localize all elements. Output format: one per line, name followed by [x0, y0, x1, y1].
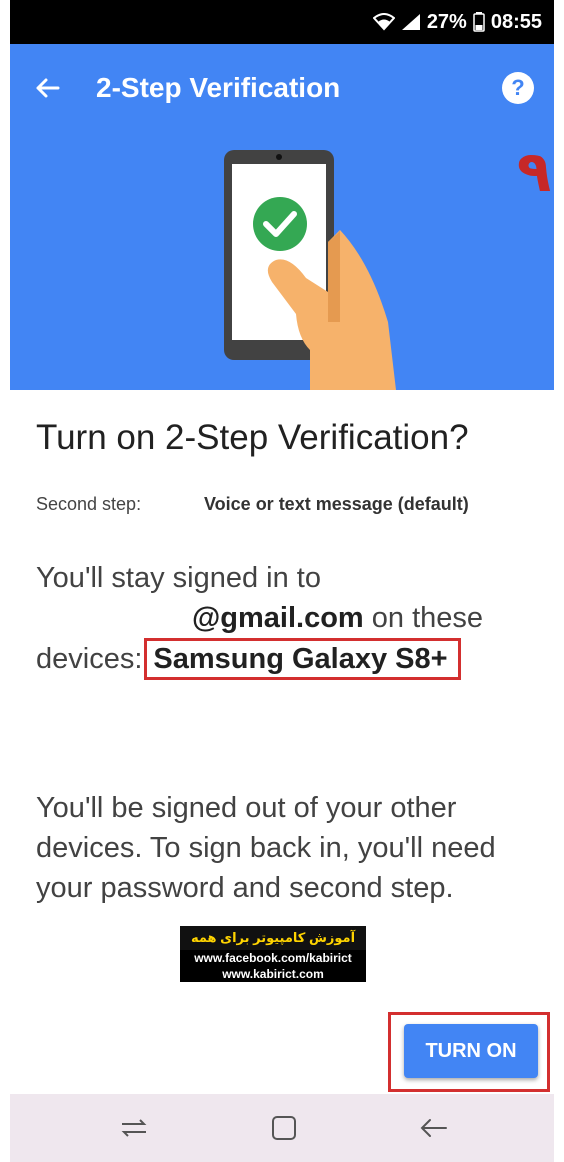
on-these-text: on these — [363, 602, 484, 634]
battery-percent: 27% — [426, 10, 467, 33]
back-nav-icon[interactable] — [414, 1108, 454, 1148]
phone-screen: 27% 08:55 2-Step Verification ? ۹ Turn o… — [10, 0, 554, 1162]
signed-in-line1: You'll stay signed in to — [36, 562, 321, 594]
phone-hand-illustration — [224, 150, 396, 390]
watermark-url-site: www.kabirict.com — [222, 967, 324, 981]
wifi-icon — [372, 13, 395, 31]
watermark-url-facebook: www.facebook.com/kabirict — [194, 951, 352, 965]
clock: 08:55 — [490, 10, 542, 33]
system-nav-bar — [10, 1094, 554, 1162]
home-icon[interactable] — [264, 1108, 304, 1148]
signed-in-line2: @gmail.com on these — [36, 598, 536, 638]
device-name-highlight: Samsung Galaxy S8+ — [144, 638, 461, 680]
help-icon[interactable]: ? — [502, 72, 534, 104]
hero-illustration: ۹ — [10, 132, 554, 390]
signout-message: You'll be signed out of your other devic… — [36, 792, 496, 904]
second-step-value: Voice or text message (default) — [204, 494, 469, 514]
signed-in-line3: devices: Samsung Galaxy S8+ — [36, 638, 536, 680]
step-number-badge: ۹ — [517, 140, 552, 203]
watermark-farsi-text: آموزش کامپیوتر برای همه — [180, 926, 366, 950]
recent-apps-icon[interactable] — [114, 1108, 154, 1148]
page-title: 2-Step Verification — [96, 72, 341, 103]
app-bar: 2-Step Verification ? — [10, 44, 554, 132]
dialog-title: Turn on 2-Step Verification? — [36, 418, 469, 457]
status-bar: 27% 08:55 — [10, 0, 554, 44]
signal-icon — [401, 13, 421, 31]
second-step-label: Second step: — [36, 494, 142, 514]
devices-label: devices: — [36, 643, 143, 675]
signed-in-message: You'll stay signed in to @gmail.com on t… — [36, 558, 536, 680]
account-email: @gmail.com — [192, 602, 364, 634]
watermark-logo: آموزش کامپیوتر برای همه www.facebook.com… — [180, 926, 366, 982]
back-arrow-icon[interactable] — [28, 68, 68, 108]
battery-icon — [473, 12, 485, 32]
turn-on-button[interactable]: TURN ON — [404, 1024, 538, 1078]
